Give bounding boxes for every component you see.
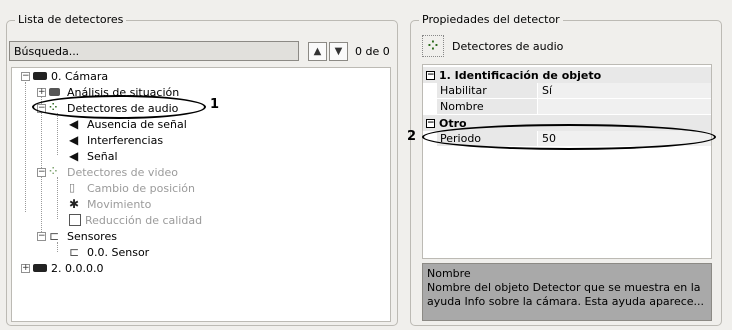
collapse-toggle[interactable]: − — [426, 118, 435, 128]
search-input[interactable]: Búsqueda... — [9, 41, 299, 61]
search-result-counter: 0 de 0 — [355, 45, 390, 58]
tree-item-sensor-0-0[interactable]: ⊏ 0.0. Sensor — [69, 244, 149, 260]
detector-name: Detectores de audio — [452, 39, 564, 53]
chevron-down-icon: ▼ — [334, 46, 343, 57]
property-help-panel: Nombre Nombre del objeto Detector que se… — [422, 263, 712, 321]
tree-item-interference[interactable]: ◀ Interferencias — [69, 132, 163, 148]
camera-icon — [33, 261, 47, 275]
tree-item-camera-2[interactable]: + 2. 0.0.0.0 — [21, 260, 103, 276]
property-enable-value[interactable]: Sí — [538, 83, 711, 99]
detector-header: ⁘ Detectores de audio — [422, 34, 563, 58]
collapse-toggle[interactable]: − — [21, 71, 30, 81]
property-grid[interactable]: − 1. Identificación de objeto Habilitar … — [422, 64, 712, 259]
expand-toggle[interactable]: + — [21, 263, 30, 273]
next-result-button[interactable]: ▼ — [329, 42, 348, 61]
previous-result-button[interactable]: ▲ — [308, 42, 327, 61]
callout-number-1: 1 — [210, 97, 220, 112]
detector-list-title: Lista de detectores — [15, 13, 127, 26]
callout-ellipse-2 — [422, 124, 716, 150]
tree-item-camera-0[interactable]: − 0. Cámara — [21, 68, 108, 84]
speaker-icon: ◀ — [69, 133, 79, 147]
chevron-up-icon: ▲ — [313, 46, 322, 57]
sensor-icon: ⊏ — [49, 229, 60, 243]
running-person-icon: ✱ — [69, 197, 80, 211]
property-enable[interactable]: Habilitar Sí — [423, 83, 711, 99]
detector-properties-title: Propiedades del detector — [419, 13, 563, 26]
tree-item-sensors[interactable]: − ⊏ Sensores — [37, 228, 117, 244]
collapse-toggle[interactable]: − — [426, 70, 435, 80]
quality-reduction-icon — [69, 214, 81, 226]
property-name[interactable]: Nombre — [423, 99, 711, 115]
expand-toggle[interactable]: + — [37, 87, 46, 97]
audio-detectors-icon: ⁘ — [422, 35, 444, 57]
property-name-value[interactable] — [538, 99, 711, 115]
situation-analysis-icon — [49, 85, 63, 99]
callout-number-2: 2 — [407, 129, 417, 144]
category-object-identification[interactable]: − 1. Identificación de objeto — [423, 67, 711, 83]
speaker-icon: ◀ — [69, 117, 79, 131]
sensor-icon: ⊏ — [69, 245, 80, 259]
collapse-toggle[interactable]: − — [37, 231, 46, 241]
video-detectors-icon: ⁘ — [49, 166, 58, 177]
tree-item-quality-reduction[interactable]: Reducción de calidad — [69, 212, 202, 228]
tree-item-video-detectors[interactable]: − ⁘ Detectores de video — [37, 164, 178, 180]
speaker-icon: ◀ — [69, 149, 79, 163]
position-change-icon: ▯ — [69, 181, 76, 194]
tree-item-signal[interactable]: ◀ Señal — [69, 148, 118, 164]
collapse-toggle[interactable]: − — [37, 167, 46, 177]
camera-icon — [33, 69, 47, 83]
tree-item-position-change[interactable]: ▯ Cambio de posición — [69, 180, 195, 196]
callout-ellipse-1 — [32, 95, 206, 119]
tree-item-motion[interactable]: ✱ Movimiento — [69, 196, 151, 212]
help-title: Nombre — [427, 267, 471, 280]
help-text: Nombre del objeto Detector que se muestr… — [427, 281, 705, 308]
